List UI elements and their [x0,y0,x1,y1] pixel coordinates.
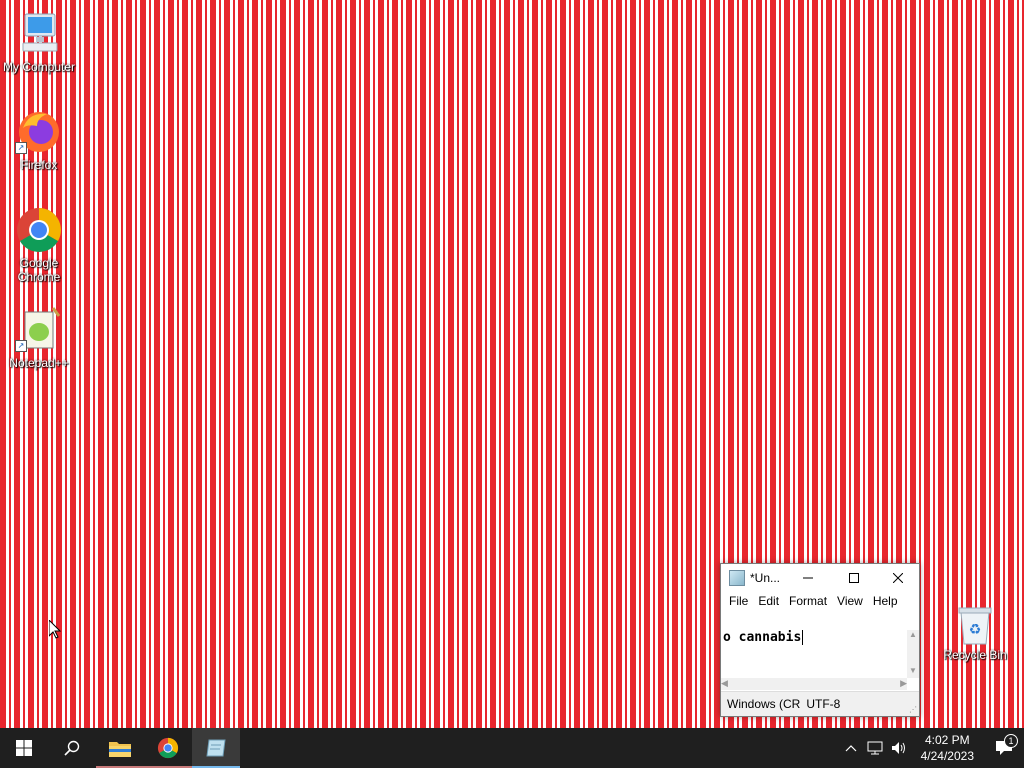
mouse-pointer-icon [48,618,62,644]
desktop-icon-my-computer[interactable]: My Computer [0,10,78,74]
system-tray: 4:02 PM 4/24/2023 1 [839,728,1024,768]
chevron-up-icon[interactable] [839,744,863,752]
computer-icon [15,10,63,58]
scroll-left-icon[interactable]: ◀ [721,678,728,690]
windows-logo-icon [16,740,32,756]
notification-count-badge: 1 [1004,734,1018,748]
minimize-icon [803,577,813,579]
desktop-icon-label: Recycle Bin [943,648,1007,662]
line-ending-status: Windows (CR [727,697,801,711]
volume-icon[interactable] [887,741,911,755]
chrome-icon [15,206,63,254]
recycle-bin-icon: ♻ [955,604,995,646]
window-title: *Un... [750,571,781,585]
close-icon [893,573,903,583]
minimize-button[interactable] [785,564,831,592]
desktop-icon-label: My Computer [2,60,76,74]
chrome-icon [157,737,179,759]
network-icon[interactable] [863,741,887,755]
scroll-right-icon[interactable]: ▶ [900,678,907,690]
shortcut-arrow-icon: ↗ [15,340,27,352]
folder-icon [109,742,131,757]
status-bar: Windows (CR UTF-8 ⋰ [721,691,919,716]
notepad-titlebar[interactable]: *Un... [721,564,919,592]
menu-edit[interactable]: Edit [753,592,784,611]
menu-view[interactable]: View [832,592,868,611]
notepadpp-icon: ↗ [15,306,63,354]
notepad-app-icon [729,570,745,586]
desktop-icon-label: Google Chrome [17,256,61,284]
scroll-up-icon[interactable]: ▲ [907,630,919,642]
editor-content: o cannabis [723,630,802,645]
taskbar-notepad[interactable] [192,728,240,768]
menu-bar: File Edit Format View Help [721,592,914,611]
firefox-icon: ↗ [15,108,63,156]
text-editor[interactable]: o cannabis [721,630,909,678]
scroll-down-icon[interactable]: ▼ [907,666,919,678]
taskbar: 4:02 PM 4/24/2023 1 [0,728,1024,768]
close-button[interactable] [877,564,919,592]
resize-grip-icon[interactable]: ⋰ [903,705,917,714]
horizontal-scrollbar[interactable]: ◀ ▶ [721,678,907,690]
menu-file[interactable]: File [724,592,753,611]
desktop-icon-firefox[interactable]: ↗ Firefox [0,108,78,172]
clock-time: 4:02 PM [924,733,970,747]
action-center-button[interactable]: 1 [984,734,1024,756]
text-caret [802,630,804,645]
desktop-icon-recycle-bin[interactable]: ♻ Recycle Bin [936,604,1014,662]
search-icon [64,740,80,756]
taskbar-chrome[interactable] [144,728,192,768]
taskbar-file-explorer[interactable] [96,728,144,768]
menu-help[interactable]: Help [868,592,903,611]
menu-format[interactable]: Format [784,592,832,611]
vertical-scrollbar[interactable]: ▲ ▼ [907,630,919,678]
svg-text:♻: ♻ [969,622,982,638]
shortcut-arrow-icon: ↗ [15,142,27,154]
maximize-icon [849,573,859,583]
start-button[interactable] [0,728,48,768]
notepad-window[interactable]: *Un... File Edit Format View Help o cann… [720,563,920,717]
search-button[interactable] [48,728,96,768]
maximize-button[interactable] [831,564,877,592]
encoding-status: UTF-8 [806,697,841,711]
desktop-icon-notepadpp[interactable]: ↗ Notepad++ [0,306,78,370]
desktop-icon-label: Notepad++ [9,356,69,370]
clock[interactable]: 4:02 PM 4/24/2023 [911,732,984,764]
desktop-icon-label: Firefox [20,158,58,172]
notepad-icon [206,739,226,757]
desktop-icon-google-chrome[interactable]: Google Chrome [0,206,78,284]
clock-date: 4/24/2023 [920,749,974,763]
